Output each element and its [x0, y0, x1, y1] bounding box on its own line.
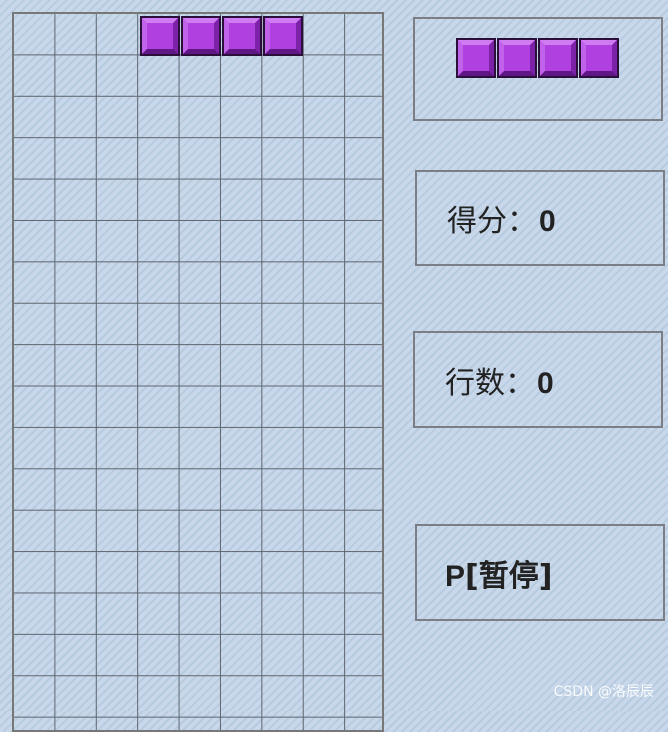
lines-separator: ：: [505, 365, 535, 401]
score-label: 得分: [447, 204, 507, 239]
pause-button[interactable]: P[暂停]: [415, 524, 665, 621]
game-board[interactable]: [12, 12, 384, 732]
piece-block: [140, 16, 180, 56]
pause-row: P[暂停]: [445, 551, 552, 595]
piece-block: [181, 16, 221, 56]
piece-block: [263, 16, 303, 56]
lines-row: 行数：0: [445, 358, 554, 402]
lines-label: 行数: [445, 365, 505, 401]
watermark: CSDN @洛辰辰: [553, 684, 654, 700]
score-panel: 得分：0: [415, 170, 665, 266]
score-value: 0: [539, 205, 556, 238]
active-piece-i: [140, 16, 303, 56]
lines-value: 0: [537, 366, 554, 400]
preview-block: [456, 38, 496, 78]
preview-block: [538, 38, 578, 78]
lines-panel: 行数：0: [413, 331, 663, 428]
next-piece-preview: [456, 38, 620, 78]
preview-block: [579, 38, 619, 78]
piece-block: [222, 16, 262, 56]
score-separator: ：: [507, 204, 537, 239]
pause-text: [暂停]: [465, 558, 553, 594]
score-row: 得分：0: [447, 196, 556, 240]
preview-block: [497, 38, 537, 78]
pause-key: P: [445, 559, 466, 593]
